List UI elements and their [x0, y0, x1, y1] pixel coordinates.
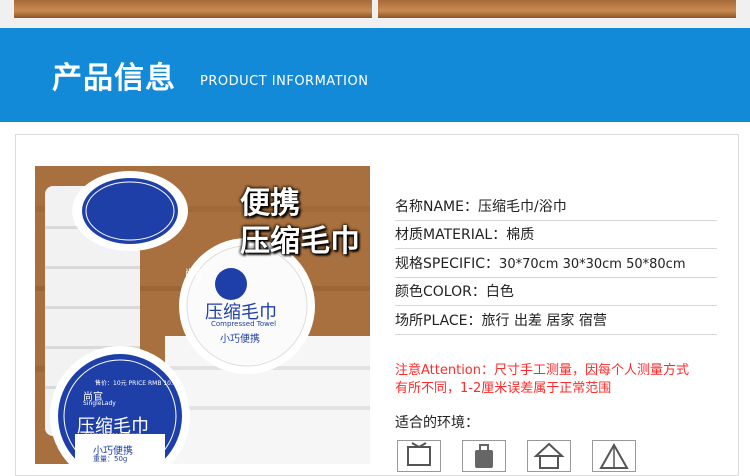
spec-place: 场所PLACE：旅行 出差 居家 宿营	[395, 310, 607, 332]
luggage-icon-svg	[475, 444, 493, 468]
house-icon-svg	[533, 442, 565, 469]
spec-name: 名称NAME：压缩毛巾/浴巾	[395, 196, 567, 218]
front-weight: 重量：50g	[93, 455, 128, 463]
brand-mark: 尚官	[185, 269, 204, 279]
spec-label: 材质MATERIAL：	[395, 227, 507, 243]
spec-value: 白色	[485, 284, 514, 300]
tv-icon	[397, 440, 441, 472]
roll-label-en: Compressed Towel	[211, 320, 277, 328]
luggage-icon	[462, 440, 506, 472]
divider	[395, 305, 717, 306]
section-title: 产品信息	[52, 61, 176, 96]
photo-headline-2: 压缩毛巾	[240, 224, 360, 259]
roll-label-sub: 小巧便携	[220, 334, 260, 345]
divider	[395, 334, 717, 335]
section-subtitle: PRODUCT INFORMATION	[200, 74, 369, 89]
spec-label: 名称NAME：	[395, 199, 478, 215]
attention-note: 注意Attention：尺寸手工测量，因每个人测量方式 有所不同，1-2厘米误差…	[395, 362, 725, 398]
spec-value: 压缩毛巾/浴巾	[477, 199, 567, 215]
house-icon	[527, 440, 571, 472]
tent-icon-svg	[599, 442, 629, 469]
product-photo: 便携 压缩毛巾 尚官 压缩毛巾 Compressed Towel 小巧便携 尚官…	[35, 166, 370, 464]
attention-line-1: 注意Attention：尺寸手工测量，因每个人测量方式	[395, 363, 689, 378]
tent-icon	[592, 440, 636, 472]
tv-icon-svg	[407, 442, 431, 466]
divider	[395, 248, 717, 249]
top-roll	[72, 171, 188, 251]
spec-label: 场所PLACE：	[395, 313, 482, 329]
front-brand-en: SingleLady	[83, 400, 116, 407]
spec-label: 规格SPECIFIC：	[395, 256, 500, 272]
divider	[395, 277, 717, 278]
front-label-en: Compressed Towel	[85, 432, 141, 439]
spec-size: 规格SPECIFIC：30*70cm 30*30cm 50*80cm	[395, 253, 686, 275]
spec-color: 颜色COLOR：白色	[395, 281, 514, 303]
spec-value: 旅行 出差 居家 宿营	[481, 313, 607, 329]
divider	[395, 220, 717, 221]
previous-image-left	[14, 0, 372, 18]
spec-value: 30*70cm 30*30cm 50*80cm	[499, 257, 686, 272]
spec-material: 材质MATERIAL：棉质	[395, 224, 534, 246]
spec-value: 棉质	[506, 227, 535, 243]
front-price: 售价：10元 PRICE RMB 10.00	[95, 380, 181, 387]
spec-label: 颜色COLOR：	[395, 284, 486, 300]
attention-line-2: 有所不同，1-2厘米误差属于正常范围	[395, 381, 612, 396]
environment-label: 适合的环境：	[395, 415, 479, 431]
